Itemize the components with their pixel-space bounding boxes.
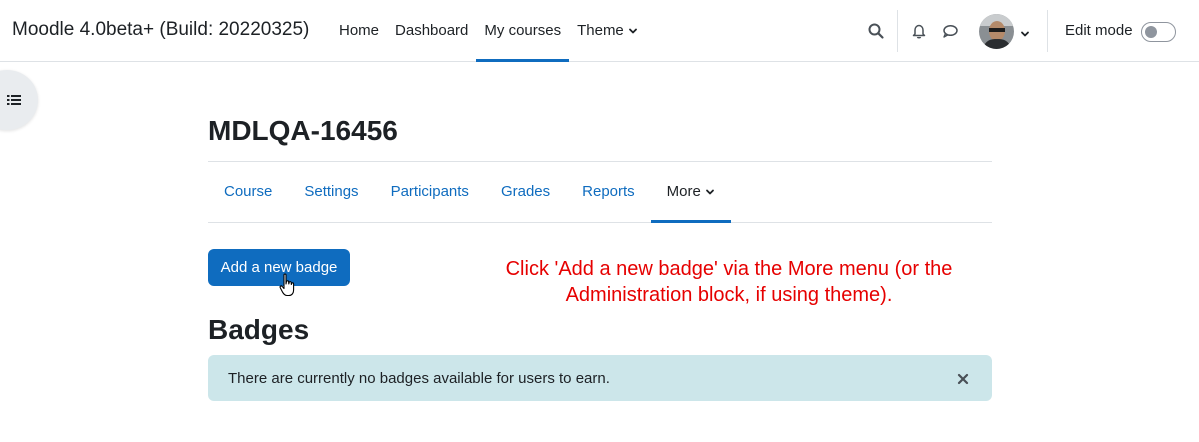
primary-nav: Home Dashboard My courses Theme bbox=[331, 0, 646, 62]
edit-mode-label: Edit mode bbox=[1065, 22, 1133, 39]
avatar[interactable] bbox=[979, 14, 1014, 49]
nav-my-courses-label: My courses bbox=[484, 22, 562, 39]
tab-grades-label: Grades bbox=[500, 183, 551, 200]
chevron-down-icon bbox=[705, 187, 715, 197]
user-menu-chevron-down-icon[interactable] bbox=[1020, 26, 1030, 37]
nav-theme-label: Theme bbox=[577, 22, 624, 39]
top-navbar: Moodle 4.0beta+ (Build: 20220325) Home D… bbox=[0, 0, 1199, 62]
edit-mode-toggle[interactable] bbox=[1141, 22, 1176, 42]
page-title: MDLQA-16456 bbox=[208, 115, 398, 146]
site-name[interactable]: Moodle 4.0beta+ (Build: 20220325) bbox=[12, 19, 309, 41]
nav-home-label: Home bbox=[339, 22, 380, 39]
chevron-down-icon bbox=[628, 26, 638, 36]
course-index-toggle[interactable] bbox=[0, 70, 38, 130]
tab-settings[interactable]: Settings bbox=[288, 162, 374, 222]
hand-pointer-cursor-icon bbox=[279, 273, 297, 299]
nav-home[interactable]: Home bbox=[331, 0, 387, 62]
message-icon[interactable] bbox=[941, 22, 959, 40]
tab-grades[interactable]: Grades bbox=[485, 162, 566, 222]
secondary-nav: Course Settings Participants Grades Repo… bbox=[208, 162, 992, 223]
tab-more[interactable]: More bbox=[650, 162, 732, 223]
tab-reports-label: Reports bbox=[582, 183, 635, 200]
search-icon[interactable] bbox=[867, 22, 885, 40]
nav-dashboard-label: Dashboard bbox=[395, 22, 469, 39]
nav-dashboard[interactable]: Dashboard bbox=[387, 0, 476, 62]
close-icon[interactable] bbox=[957, 372, 969, 385]
nav-theme[interactable]: Theme bbox=[569, 0, 646, 62]
badges-heading: Badges bbox=[208, 314, 310, 345]
divider bbox=[897, 10, 898, 52]
instruction-annotation: Click 'Add a new badge' via the More men… bbox=[505, 258, 953, 306]
tab-reports[interactable]: Reports bbox=[566, 162, 651, 222]
nav-my-courses[interactable]: My courses bbox=[476, 0, 569, 62]
toggle-knob bbox=[1145, 26, 1157, 38]
divider bbox=[1047, 10, 1048, 52]
info-alert: There are currently no badges available … bbox=[208, 355, 992, 401]
bell-icon[interactable] bbox=[910, 22, 928, 40]
alert-message: There are currently no badges available … bbox=[228, 370, 610, 387]
tab-settings-label: Settings bbox=[304, 183, 359, 200]
tab-participants[interactable]: Participants bbox=[375, 162, 485, 222]
tab-participants-label: Participants bbox=[390, 183, 469, 200]
tab-more-label: More bbox=[666, 183, 701, 200]
tab-course-label: Course bbox=[224, 183, 273, 200]
list-icon bbox=[6, 92, 22, 108]
tab-course[interactable]: Course bbox=[208, 162, 288, 222]
